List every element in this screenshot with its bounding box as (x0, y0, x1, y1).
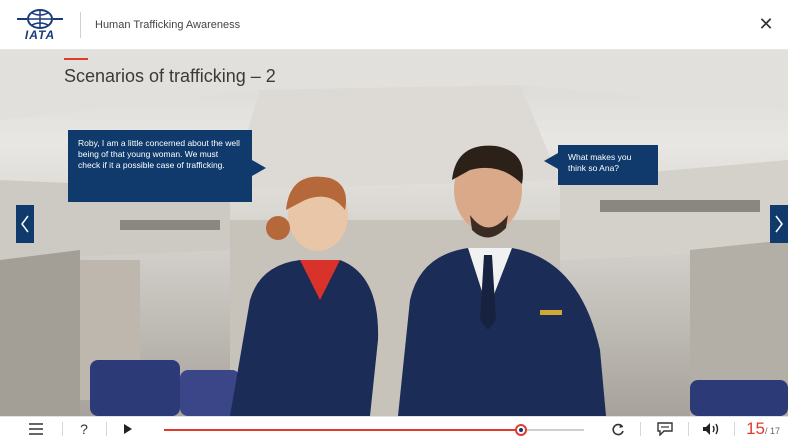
control-divider (106, 422, 107, 436)
speech-bubble-icon (657, 422, 673, 436)
logo-wordmark: IATA (24, 28, 56, 42)
header-bar: IATA Human Trafficking Awareness ✕ (0, 0, 788, 50)
slide-title-block: Scenarios of trafficking – 2 (64, 58, 276, 87)
slide-scene: Scenarios of trafficking – 2 Roby, I am … (0, 50, 788, 416)
replay-button[interactable] (608, 417, 628, 441)
play-button[interactable] (120, 417, 136, 441)
help-button[interactable]: ? (76, 417, 92, 441)
replay-icon (611, 423, 624, 435)
progress-bar[interactable] (164, 424, 584, 436)
menu-button[interactable] (26, 417, 46, 441)
control-divider (62, 422, 63, 436)
progress-handle[interactable] (515, 424, 527, 436)
aircraft-cabin-illustration (0, 50, 788, 416)
title-accent-bar (64, 58, 88, 60)
control-divider (640, 422, 641, 436)
close-button[interactable]: ✕ (756, 14, 776, 34)
chevron-right-icon (775, 215, 783, 233)
control-divider (734, 422, 735, 436)
progress-fill (164, 429, 521, 431)
iata-logo: IATA (0, 0, 80, 50)
next-slide-button[interactable] (770, 205, 788, 243)
speech-bubble-ana: Roby, I am a little concerned about the … (68, 130, 266, 202)
speaker-icon (703, 423, 719, 435)
course-title: Human Trafficking Awareness (95, 18, 241, 31)
speech-bubble-roby: What makes you think so Ana? (544, 145, 658, 185)
transcript-button[interactable] (654, 417, 676, 441)
volume-button[interactable] (700, 417, 724, 441)
page-total: / 17 (764, 426, 780, 436)
globe-icon (17, 9, 63, 29)
previous-slide-button[interactable] (16, 205, 34, 243)
player-controls: ? 15/ 17 (0, 416, 788, 441)
play-icon (124, 424, 132, 434)
header-divider (80, 11, 81, 38)
hamburger-menu-icon (29, 423, 43, 435)
page-current: 15 (746, 419, 765, 438)
chevron-left-icon (21, 215, 29, 233)
slide-title: Scenarios of trafficking – 2 (64, 66, 276, 86)
control-divider (688, 422, 689, 436)
page-counter: 15/ 17 (746, 419, 780, 439)
